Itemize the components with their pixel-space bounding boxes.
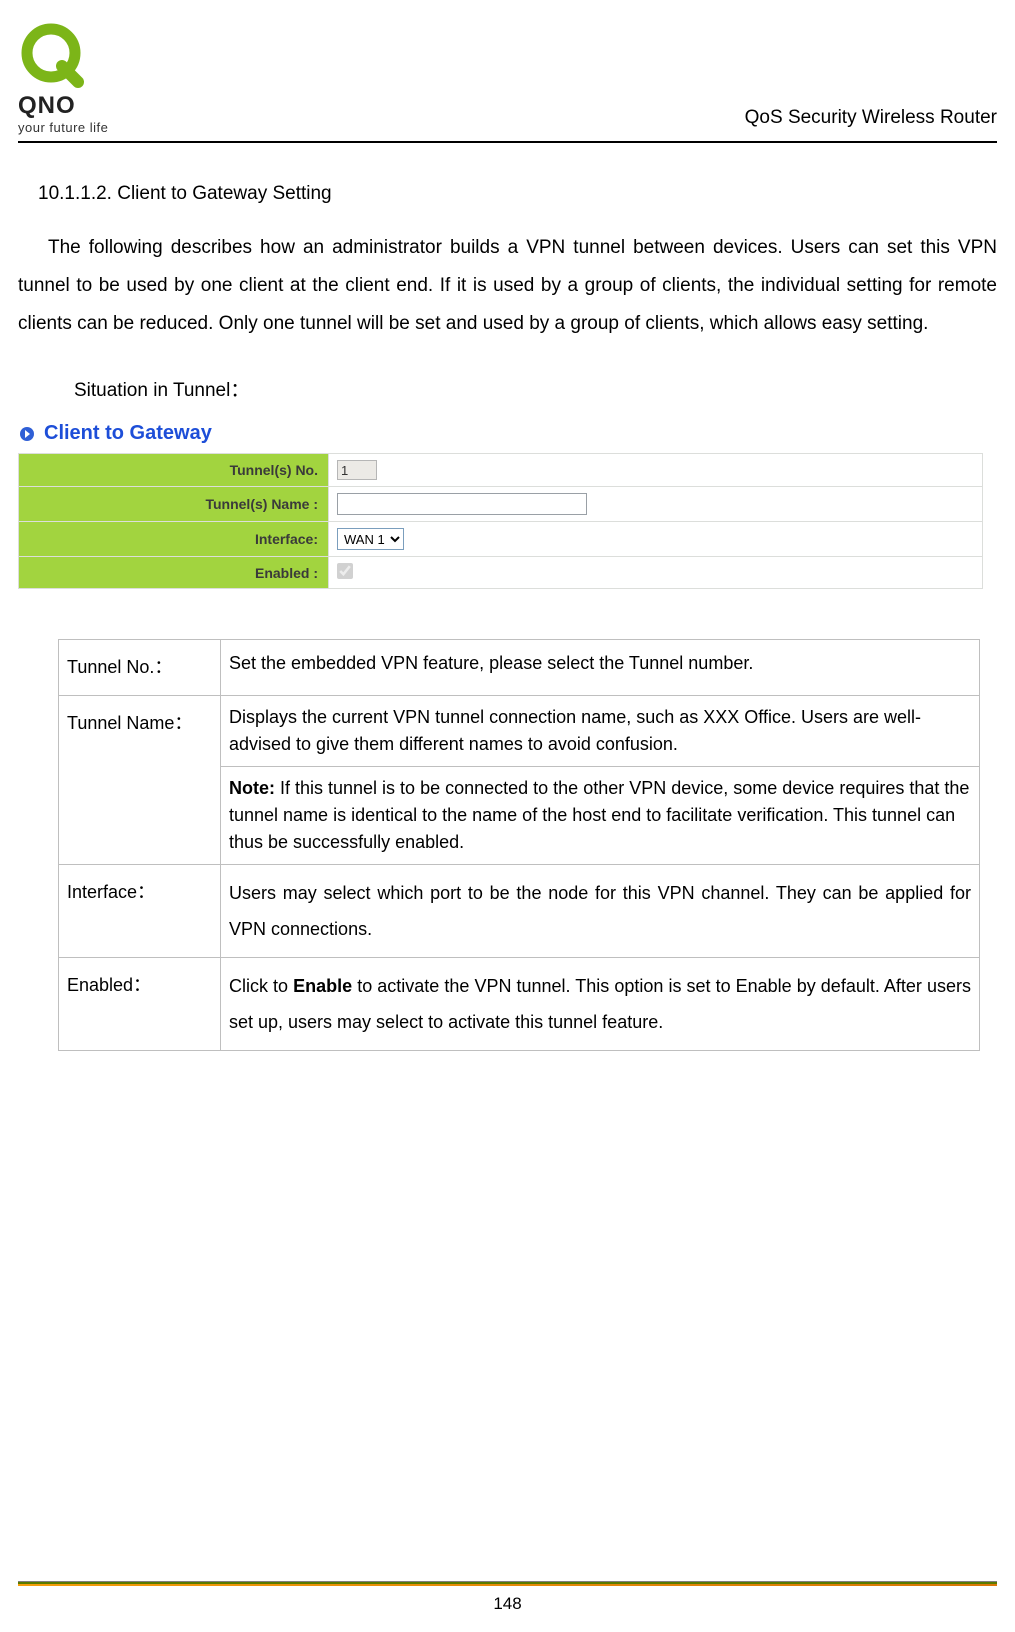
document-title: QoS Security Wireless Router — [745, 107, 997, 135]
tunnel-name-input[interactable] — [337, 493, 587, 515]
desc-text-tunnel-name: Displays the current VPN tunnel connecti… — [221, 696, 980, 865]
desc-row-tunnel-no: Tunnel No.： Set the embedded VPN feature… — [59, 640, 980, 696]
arrow-right-icon — [18, 425, 36, 443]
page-number: 148 — [0, 1594, 1015, 1614]
page-header: QNO your future life QoS Security Wirele… — [18, 20, 997, 143]
cell-interface-value: WAN 1 — [329, 522, 983, 557]
row-interface: Interface: WAN 1 — [19, 522, 983, 557]
description-table: Tunnel No.： Set the embedded VPN feature… — [58, 639, 980, 1051]
desc-text-enabled: Click to Enable to activate the VPN tunn… — [221, 958, 980, 1051]
enabled-checkbox[interactable] — [337, 563, 353, 579]
desc-row-interface: Interface： Users may select which port t… — [59, 865, 980, 958]
panel-header: Client to Gateway — [18, 422, 997, 445]
row-enabled: Enabled : — [19, 557, 983, 589]
desc-text-tunnel-no: Set the embedded VPN feature, please sel… — [221, 640, 980, 696]
desc-term-interface: Interface： — [59, 865, 221, 958]
desc-term-enabled: Enabled： — [59, 958, 221, 1051]
form-table: Tunnel(s) No. Tunnel(s) Name : Interface… — [18, 453, 983, 589]
desc-text-interface: Users may select which port to be the no… — [221, 865, 980, 958]
desc-term-tunnel-name: Tunnel Name： — [59, 696, 221, 865]
note-label: Note: — [229, 778, 275, 798]
tunnel-no-input — [337, 460, 377, 480]
intro-paragraph: The following describes how an administr… — [18, 229, 997, 343]
enabled-bold: Enable — [293, 976, 352, 996]
logo-tagline: your future life — [18, 120, 108, 135]
document-page: QNO your future life QoS Security Wirele… — [0, 0, 1015, 1632]
interface-select[interactable]: WAN 1 — [337, 528, 404, 550]
label-tunnel-no: Tunnel(s) No. — [19, 454, 329, 487]
cell-tunnel-name-value — [329, 487, 983, 522]
desc-tunnel-name-note: Note: If this tunnel is to be connected … — [221, 767, 979, 864]
label-enabled: Enabled : — [19, 557, 329, 589]
logo-brand-text: QNO — [18, 92, 76, 120]
label-interface: Interface: — [19, 522, 329, 557]
row-tunnel-no: Tunnel(s) No. — [19, 454, 983, 487]
logo-block: QNO your future life — [18, 20, 108, 135]
cell-tunnel-no-value — [329, 454, 983, 487]
qno-logo-icon — [18, 20, 88, 90]
footer-rule — [18, 1581, 997, 1584]
desc-tunnel-name-part1: Displays the current VPN tunnel connecti… — [221, 696, 979, 767]
desc-row-enabled: Enabled： Click to Enable to activate the… — [59, 958, 980, 1051]
label-tunnel-name: Tunnel(s) Name : — [19, 487, 329, 522]
panel-title: Client to Gateway — [44, 422, 212, 445]
section-heading: 10.1.1.2. Client to Gateway Setting — [38, 183, 997, 205]
desc-row-tunnel-name: Tunnel Name： Displays the current VPN tu… — [59, 696, 980, 865]
cell-enabled-value — [329, 557, 983, 589]
client-to-gateway-panel: Client to Gateway Tunnel(s) No. Tunnel(s… — [18, 422, 997, 589]
desc-term-tunnel-no: Tunnel No.： — [59, 640, 221, 696]
row-tunnel-name: Tunnel(s) Name : — [19, 487, 983, 522]
enabled-pre: Click to — [229, 976, 293, 996]
note-text: If this tunnel is to be connected to the… — [229, 778, 969, 852]
situation-label: Situation in Tunnel： — [74, 375, 997, 402]
